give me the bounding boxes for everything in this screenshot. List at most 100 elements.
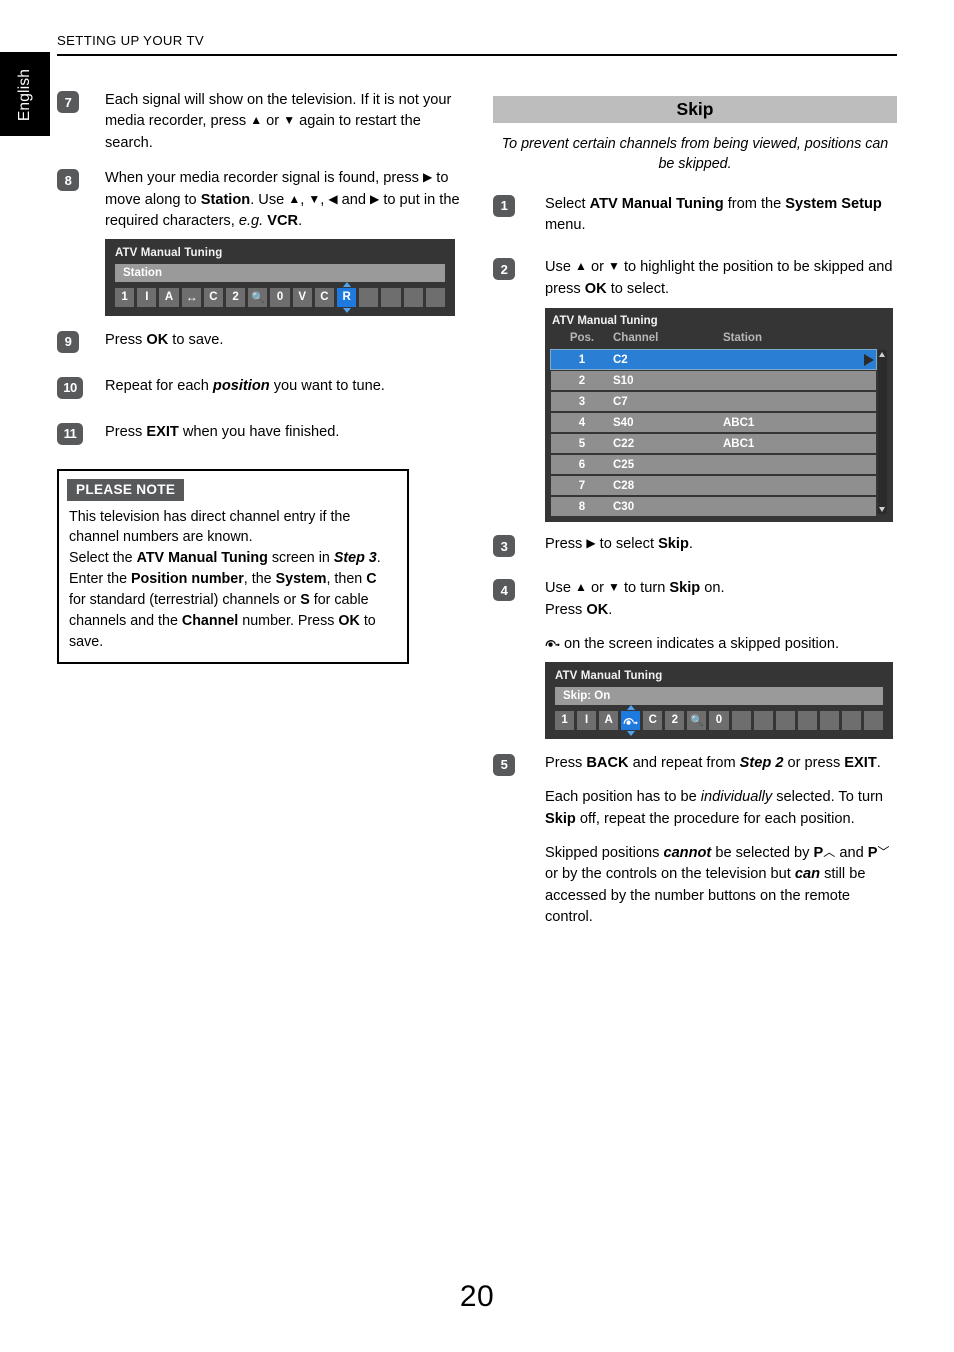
channel-down-icon: ﹀ xyxy=(877,844,890,859)
osd-cell-empty[interactable]: . xyxy=(775,710,795,730)
up-arrow-icon: ▲ xyxy=(575,580,587,595)
skip-step-2-text: Use ▲ or ▼ to highlight the position to … xyxy=(545,259,893,297)
row-pos: 2 xyxy=(578,374,586,387)
column-header-pos: Pos. xyxy=(569,332,595,345)
column-header-station: Station xyxy=(723,332,762,345)
osd-field-label: Station xyxy=(115,263,445,282)
row-station: ABC1 xyxy=(723,437,755,450)
table-row[interactable]: 1 C2 xyxy=(550,349,877,371)
step-number-badge: 7 xyxy=(57,91,79,113)
please-note-heading: PLEASE NOTE xyxy=(67,478,185,501)
table-row[interactable]: 4 S40 ABC1 xyxy=(551,413,876,433)
row-expand-arrow-icon[interactable] xyxy=(864,353,874,366)
osd-cell-8[interactable]: 0 xyxy=(709,710,729,730)
osd-character-cells: 1 I A ↔ C 2 🔍 0 V C R . . . . xyxy=(113,287,447,307)
magnifier-icon[interactable]: 🔍 xyxy=(248,287,268,307)
osd-cell-1[interactable]: 1 xyxy=(115,287,135,307)
osd-cell-3[interactable]: A xyxy=(599,710,619,730)
left-column: 7 Each signal will show on the televisio… xyxy=(57,90,462,664)
osd-cell-1[interactable]: 1 xyxy=(555,710,575,730)
step-10: 10 Repeat for each position you want to … xyxy=(57,376,462,399)
step-number-badge: 3 xyxy=(493,535,515,558)
please-note-box: PLEASE NOTE This television has direct c… xyxy=(57,468,409,664)
table-row[interactable]: 5 C22 ABC1 xyxy=(551,434,876,454)
up-arrow-icon: ▲ xyxy=(250,113,263,128)
channel-rows: 1 C2 2 S10 3 C7 4 S40 ABC1 5 C22 ABC1 6 … xyxy=(550,349,887,517)
row-pos: 6 xyxy=(578,458,586,471)
section-subtitle: To prevent certain channels from being v… xyxy=(501,136,889,173)
osd-cell-2[interactable]: I xyxy=(577,710,597,730)
step-number-badge: 10 xyxy=(57,376,83,399)
osd-cell-2[interactable]: I xyxy=(137,287,157,307)
osd-cell-9[interactable]: V xyxy=(292,287,312,307)
osd-panel-skip: ATV Manual Tuning Skip: On 1 I A C 2 🔍 0 xyxy=(545,661,893,739)
language-tab-label: English xyxy=(16,68,33,122)
column-header-channel: Channel xyxy=(613,332,659,345)
channel-up-icon: ︿ xyxy=(823,844,836,859)
scrollbar[interactable] xyxy=(878,350,887,515)
row-pos: 3 xyxy=(578,395,586,408)
row-channel: C30 xyxy=(613,500,635,513)
osd-cell-6[interactable]: 2 xyxy=(665,710,685,730)
step-9-text: Press OK to save. xyxy=(105,331,224,348)
osd-cell-empty[interactable]: . xyxy=(863,710,883,730)
down-arrow-icon: ▼ xyxy=(283,113,296,128)
osd-cell-5[interactable]: C xyxy=(643,710,663,730)
step-number-badge: 4 xyxy=(493,579,515,602)
skip-step-4: 4 Use ▲ or ▼ to turn Skip on. Press OK. o… xyxy=(493,578,897,655)
osd-field-label: Skip: On xyxy=(555,686,883,705)
up-arrow-icon: ▲ xyxy=(288,191,301,206)
osd-cell-selected[interactable]: R xyxy=(337,287,357,307)
osd-cell-empty[interactable]: . xyxy=(753,710,773,730)
skip-step-5: 5 Press BACK and repeat from Step 2 or p… xyxy=(493,753,897,929)
right-column: Skip To prevent certain channels from be… xyxy=(493,96,897,943)
osd-cell-10[interactable]: C xyxy=(314,287,335,307)
osd-panel-channel-table: ATV Manual Tuning Pos. Channel Station 1… xyxy=(545,308,893,523)
step-number-badge: 8 xyxy=(57,169,79,192)
skip-step-2: 2 Use ▲ or ▼ to highlight the position t… xyxy=(493,257,897,300)
osd-cell-empty[interactable]: . xyxy=(425,287,446,307)
down-arrow-icon: ▼ xyxy=(608,580,620,595)
row-pos: 8 xyxy=(578,500,586,513)
osd-cell-empty[interactable]: . xyxy=(731,710,751,730)
down-arrow-icon: ▼ xyxy=(608,259,620,274)
table-row[interactable]: 2 S10 xyxy=(551,371,876,391)
magnifier-icon[interactable]: 🔍 xyxy=(687,710,707,730)
right-arrow-icon: ▶ xyxy=(586,536,596,551)
up-arrow-icon: ▲ xyxy=(575,259,587,274)
step-8-text: When your media recorder signal is found… xyxy=(105,170,460,230)
osd-cell-empty[interactable]: . xyxy=(403,287,423,307)
osd-title: ATV Manual Tuning xyxy=(555,669,663,682)
table-header-row: Pos. Channel Station xyxy=(551,330,887,350)
header-divider xyxy=(57,54,897,56)
step-number-badge: 1 xyxy=(493,194,515,217)
row-channel: S10 xyxy=(613,374,634,387)
osd-cell-5[interactable]: C xyxy=(203,287,224,307)
scroll-down-arrow-icon[interactable] xyxy=(879,507,885,513)
skip-icon[interactable] xyxy=(621,710,641,730)
left-arrow-icon: ◀ xyxy=(328,191,338,206)
osd-cell-empty[interactable]: . xyxy=(841,710,861,730)
skip-step-5-text: Press BACK and repeat from Step 2 or pre… xyxy=(545,754,890,926)
step-number-badge: 5 xyxy=(493,753,515,776)
table-row[interactable]: 7 C28 xyxy=(551,476,876,496)
osd-cell-6[interactable]: 2 xyxy=(226,287,246,307)
step-number-badge: 2 xyxy=(493,258,515,281)
osd-cell-8[interactable]: 0 xyxy=(270,287,290,307)
table-row[interactable]: 3 C7 xyxy=(551,392,876,412)
step-7-text: Each signal will show on the television.… xyxy=(105,92,452,151)
osd-cell-empty[interactable]: . xyxy=(381,287,401,307)
row-pos: 7 xyxy=(578,479,586,492)
osd-title: ATV Manual Tuning xyxy=(115,246,223,259)
table-row[interactable]: 8 C30 xyxy=(551,497,876,517)
table-row[interactable]: 6 C25 xyxy=(551,455,876,475)
scroll-up-arrow-icon[interactable] xyxy=(879,352,885,358)
osd-cell-empty[interactable]: . xyxy=(797,710,817,730)
page-number: 20 xyxy=(459,1280,495,1313)
step-9: 9 Press OK to save. xyxy=(57,330,462,353)
osd-cell-empty[interactable]: . xyxy=(359,287,379,307)
left-right-arrow-icon[interactable]: ↔ xyxy=(181,287,201,307)
row-station: ABC1 xyxy=(723,416,755,429)
osd-cell-3[interactable]: A xyxy=(159,287,179,307)
osd-cell-empty[interactable]: . xyxy=(819,710,839,730)
